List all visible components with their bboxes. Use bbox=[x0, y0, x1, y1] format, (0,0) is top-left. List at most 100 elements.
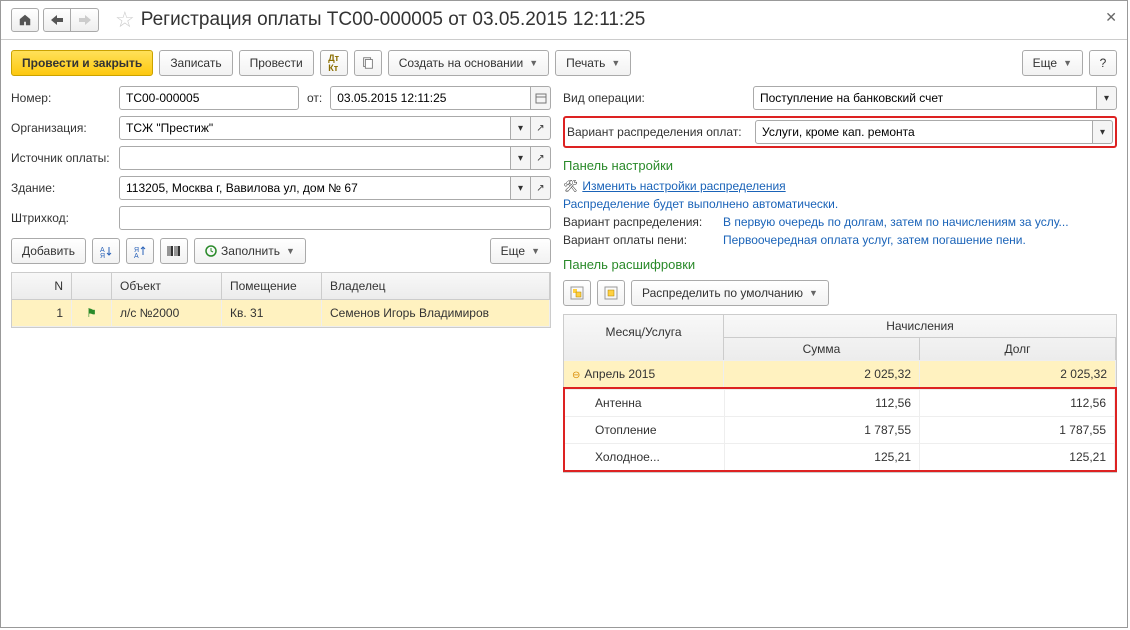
print-label: Печать bbox=[566, 56, 605, 70]
print-button[interactable]: Печать▼ bbox=[555, 50, 631, 76]
dg-label: Апрель 2015 bbox=[584, 367, 655, 381]
col-flag bbox=[72, 273, 112, 299]
detail-row[interactable]: Холодное... 125,21 125,21 bbox=[565, 443, 1115, 470]
calendar-icon[interactable] bbox=[531, 86, 551, 110]
org-label: Организация: bbox=[11, 121, 119, 135]
favorite-star-icon[interactable]: ☆ bbox=[115, 7, 135, 33]
dg-col-debt[interactable]: Долг bbox=[920, 338, 1116, 360]
save-button[interactable]: Записать bbox=[159, 50, 232, 76]
dropdown-icon[interactable]: ▾ bbox=[511, 116, 531, 140]
svg-text:A: A bbox=[134, 253, 139, 258]
dg-debt: 1 787,55 bbox=[920, 417, 1115, 443]
col-room[interactable]: Помещение bbox=[222, 273, 322, 299]
back-button[interactable] bbox=[43, 8, 71, 32]
panel-settings-heading: Панель настройки bbox=[563, 158, 1117, 173]
dg-col-charges[interactable]: Начисления bbox=[724, 315, 1116, 338]
detail-row[interactable]: Антенна 112,56 112,56 bbox=[565, 389, 1115, 416]
auto-note: Распределение будет выполнено автоматиче… bbox=[563, 197, 838, 211]
forward-button[interactable] bbox=[71, 8, 99, 32]
detail-row-total[interactable]: ⊖ Апрель 2015 2 025,32 2 025,32 bbox=[564, 360, 1116, 387]
col-n[interactable]: N bbox=[12, 273, 72, 299]
cell-obj: л/с №2000 bbox=[112, 300, 222, 326]
dg-debt: 125,21 bbox=[920, 444, 1115, 470]
org-input[interactable] bbox=[119, 116, 511, 140]
create-based-label: Создать на основании bbox=[399, 56, 524, 70]
page-title: Регистрация оплаты ТС00-000005 от 03.05.… bbox=[141, 9, 646, 31]
svg-text:Я: Я bbox=[100, 253, 105, 258]
date-input[interactable] bbox=[330, 86, 531, 110]
peni-label: Вариант оплаты пени: bbox=[563, 233, 723, 247]
dg-debt: 2 025,32 bbox=[920, 361, 1116, 387]
peni-value: Первоочередная оплата услуг, затем погаш… bbox=[723, 233, 1026, 247]
dist-input[interactable] bbox=[755, 120, 1093, 144]
op-type-input[interactable] bbox=[753, 86, 1097, 110]
dg-col-sum[interactable]: Сумма bbox=[724, 338, 920, 360]
source-label: Источник оплаты: bbox=[11, 151, 119, 165]
dg-label: Холодное... bbox=[565, 444, 725, 470]
more-grid-button[interactable]: Еще▼ bbox=[490, 238, 551, 264]
change-settings-link[interactable]: Изменить настройки распределения bbox=[582, 179, 785, 193]
collapse-all-button[interactable] bbox=[597, 280, 625, 306]
attachments-button[interactable] bbox=[354, 50, 382, 76]
building-label: Здание: bbox=[11, 181, 119, 195]
dist-var-label: Вариант распределения: bbox=[563, 215, 723, 229]
run-and-close-button[interactable]: Провести и закрыть bbox=[11, 50, 153, 76]
dg-label: Отопление bbox=[565, 417, 725, 443]
dg-sum: 125,21 bbox=[725, 444, 920, 470]
fill-label: Заполнить bbox=[221, 244, 280, 258]
expand-all-button[interactable] bbox=[563, 280, 591, 306]
fill-button[interactable]: Заполнить▼ bbox=[194, 238, 306, 264]
tools-icon: 🛠 bbox=[563, 179, 577, 193]
number-input[interactable] bbox=[119, 86, 299, 110]
home-button[interactable] bbox=[11, 8, 39, 32]
dropdown-icon[interactable]: ▾ bbox=[511, 146, 531, 170]
building-input[interactable] bbox=[119, 176, 511, 200]
dist-var-value: В первую очередь по долгам, затем по нач… bbox=[723, 215, 1069, 229]
cell-owner: Семенов Игорь Владимиров bbox=[322, 300, 550, 326]
close-icon[interactable]: ✕ bbox=[1105, 9, 1117, 26]
op-type-label: Вид операции: bbox=[563, 91, 753, 105]
open-icon[interactable]: ↗ bbox=[531, 116, 551, 140]
left-grid: N Объект Помещение Владелец 1 ⚑ л/с №200… bbox=[11, 272, 551, 328]
source-input[interactable] bbox=[119, 146, 511, 170]
panel-detail-heading: Панель расшифровки bbox=[563, 257, 1117, 272]
more-grid-label: Еще bbox=[501, 244, 525, 258]
highlight-distribution: Вариант распределения оплат: ▾ bbox=[563, 116, 1117, 148]
detail-grid: Месяц/Услуга Начисления Сумма Долг ⊖ Апре… bbox=[563, 314, 1117, 473]
open-icon[interactable]: ↗ bbox=[531, 146, 551, 170]
dg-label: Антенна bbox=[565, 390, 725, 416]
dropdown-icon[interactable]: ▾ bbox=[1093, 120, 1113, 144]
detail-row[interactable]: Отопление 1 787,55 1 787,55 bbox=[565, 416, 1115, 443]
distribute-default-label: Распределить по умолчанию bbox=[642, 286, 803, 300]
help-button[interactable]: ? bbox=[1089, 50, 1117, 76]
from-label: от: bbox=[307, 91, 322, 105]
number-label: Номер: bbox=[11, 91, 119, 105]
dropdown-icon[interactable]: ▾ bbox=[511, 176, 531, 200]
highlight-detail-rows: Антенна 112,56 112,56 Отопление 1 787,55… bbox=[563, 387, 1117, 472]
barcode-label: Штрихкод: bbox=[11, 211, 119, 225]
dropdown-icon[interactable]: ▾ bbox=[1097, 86, 1117, 110]
collapse-icon[interactable]: ⊖ bbox=[572, 370, 580, 381]
sort-desc-button[interactable]: ЯA bbox=[126, 238, 154, 264]
dg-debt: 112,56 bbox=[920, 390, 1115, 416]
dg-sum: 1 787,55 bbox=[725, 417, 920, 443]
distribute-default-button[interactable]: Распределить по умолчанию▼ bbox=[631, 280, 829, 306]
add-button[interactable]: Добавить bbox=[11, 238, 86, 264]
more-button[interactable]: Еще▼ bbox=[1022, 50, 1083, 76]
more-label: Еще bbox=[1033, 56, 1057, 70]
table-row[interactable]: 1 ⚑ л/с №2000 Кв. 31 Семенов Игорь Влади… bbox=[12, 300, 550, 327]
flag-icon: ⚑ bbox=[72, 300, 112, 326]
dist-label: Вариант распределения оплат: bbox=[567, 125, 755, 139]
create-based-on-button[interactable]: Создать на основании▼ bbox=[388, 50, 549, 76]
open-icon[interactable]: ↗ bbox=[531, 176, 551, 200]
dt-kt-button[interactable]: ДтКт bbox=[320, 50, 348, 76]
run-button[interactable]: Провести bbox=[239, 50, 314, 76]
sort-asc-button[interactable]: AЯ bbox=[92, 238, 120, 264]
col-owner[interactable]: Владелец bbox=[322, 273, 550, 299]
cell-room: Кв. 31 bbox=[222, 300, 322, 326]
barcode-button[interactable] bbox=[160, 238, 188, 264]
dg-col-month[interactable]: Месяц/Услуга bbox=[564, 315, 724, 360]
barcode-input[interactable] bbox=[119, 206, 551, 230]
col-obj[interactable]: Объект bbox=[112, 273, 222, 299]
dg-sum: 2 025,32 bbox=[724, 361, 920, 387]
